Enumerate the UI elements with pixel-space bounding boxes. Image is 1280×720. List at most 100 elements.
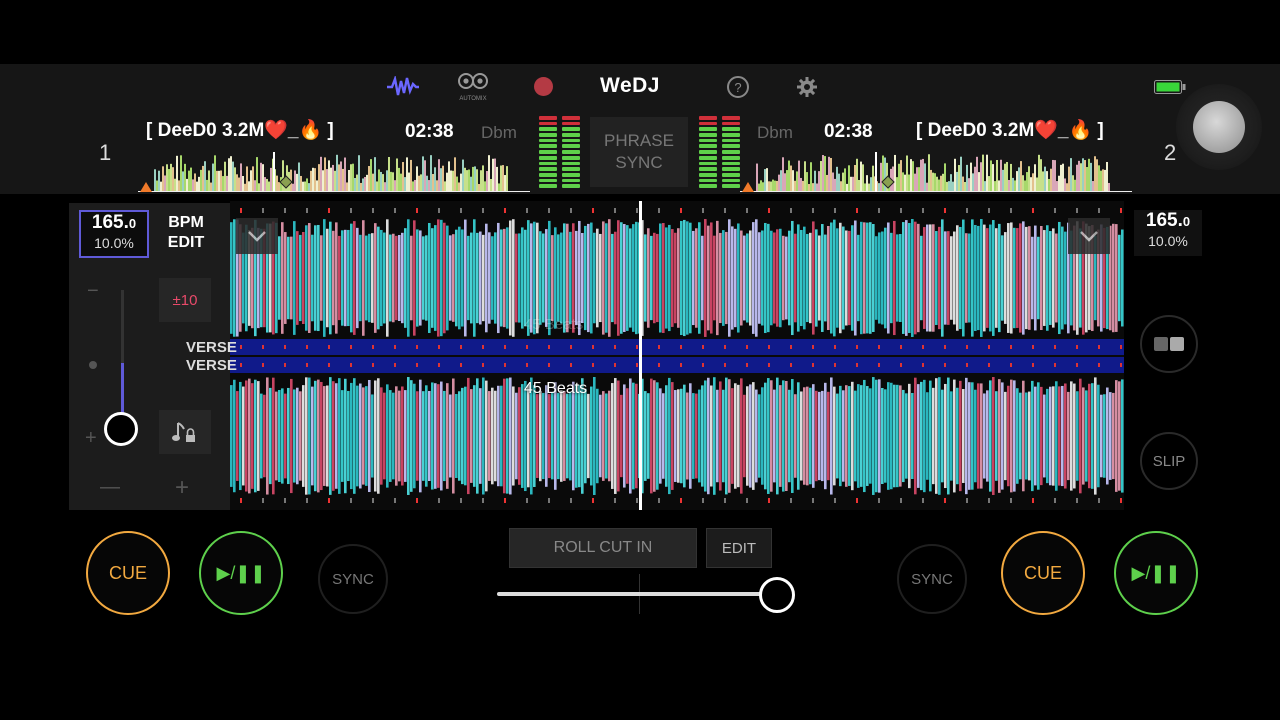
overview-playhead: [875, 152, 877, 192]
tempo-minus[interactable]: −: [87, 280, 99, 303]
waveform-bar: [1010, 379, 1013, 493]
overview-bar: [270, 167, 272, 192]
fx-edit-button[interactable]: EDIT: [706, 528, 772, 568]
gear-icon[interactable]: [796, 76, 818, 98]
overview-bar: [156, 180, 158, 192]
waveform-bar: [230, 222, 233, 334]
beat-tick: [1010, 363, 1012, 367]
slip-button[interactable]: SLIP: [1140, 432, 1198, 490]
beat-grid-bottom: [306, 498, 308, 503]
automix-label: AUTOMIX: [459, 96, 487, 102]
deck2-play-button[interactable]: ▶/❚❚: [1114, 531, 1198, 615]
deck1-sync-button[interactable]: SYNC: [318, 544, 388, 614]
waveform-bar: [332, 381, 335, 491]
overview-bar: [390, 171, 392, 192]
overview-bar: [250, 170, 252, 192]
beat-tick: [548, 363, 550, 367]
deck1-bpm-display[interactable]: 165.0 10.0%: [79, 210, 149, 258]
crossfader-track[interactable]: [497, 592, 777, 596]
waveform-bar: [974, 224, 977, 332]
overview-bar: [898, 163, 900, 192]
bpm-edit-button[interactable]: BPM EDIT: [161, 213, 211, 253]
overview-bar: [238, 177, 240, 192]
meter-segment: [699, 121, 717, 126]
tempo-range-button[interactable]: ±10: [159, 278, 211, 322]
deck2-sync-button[interactable]: SYNC: [897, 544, 967, 614]
waveform-bar: [833, 386, 836, 486]
waveform-bar: [842, 390, 845, 482]
waveform-bar: [986, 228, 989, 328]
layout-toggle-button[interactable]: [1140, 315, 1198, 373]
tempo-plus[interactable]: +: [85, 427, 97, 450]
waveform-bar: [956, 225, 959, 331]
key-lock-button[interactable]: [159, 410, 211, 454]
waveform-bar: [590, 386, 593, 486]
waveform-bar: [500, 229, 503, 327]
help-icon[interactable]: ?: [727, 76, 749, 98]
waveform-bar: [1103, 394, 1106, 478]
deck1-cue-button[interactable]: CUE: [86, 531, 170, 615]
deck2-number: 2: [1164, 140, 1177, 165]
overview-bar: [204, 161, 206, 192]
meter-segment: [722, 155, 740, 160]
phrase-sync-button[interactable]: PHRASE SYNC: [590, 117, 688, 187]
crossfader-thumb[interactable]: [759, 577, 795, 613]
beat-grid-top: [1098, 208, 1100, 213]
overview-bar: [214, 155, 216, 192]
waveform-bar: [893, 220, 896, 336]
waveform-bar: [815, 229, 818, 327]
overview-bar: [160, 181, 162, 192]
overview-bar: [242, 175, 244, 192]
beat-tick: [988, 345, 990, 349]
jog-icon[interactable]: [1176, 84, 1262, 170]
fx-roll-button[interactable]: ROLL CUT IN: [509, 528, 697, 568]
waveform-bar: [701, 235, 704, 321]
waveform-bar: [1082, 387, 1085, 485]
waveform-bar: [695, 393, 698, 479]
panel-plus[interactable]: +: [175, 474, 189, 502]
deck2-collapse-button[interactable]: [1068, 218, 1110, 254]
deck2-cue-button[interactable]: CUE: [1001, 531, 1085, 615]
meter-segment: [539, 167, 557, 171]
waveform-bar: [332, 230, 335, 326]
overview-bar: [252, 166, 254, 192]
beat-tick: [504, 345, 506, 349]
waveform-bar: [668, 377, 671, 495]
deck2-bpm-display[interactable]: 165.0 10.0%: [1134, 210, 1202, 256]
waveform-bar: [407, 219, 410, 337]
waveform-bar: [1019, 223, 1022, 333]
deck2-track-title[interactable]: [ DeeD0 3.2M❤️_🔥 ]: [916, 118, 1134, 142]
waveform-bar: [977, 383, 980, 489]
waveform-icon[interactable]: [386, 74, 420, 100]
waveform-bar: [569, 231, 572, 325]
overview-bar: [1026, 172, 1028, 192]
waveform-bar: [386, 384, 389, 488]
record-icon[interactable]: [534, 77, 553, 96]
panel-minus[interactable]: —: [100, 476, 120, 499]
deck1-track-title[interactable]: [ DeeD0 3.2M❤️_🔥 ]: [146, 118, 364, 142]
deck2-overview[interactable]: [740, 152, 1132, 192]
overview-bar: [1096, 159, 1098, 192]
overview-bar: [882, 155, 884, 192]
waveform-display[interactable]: [230, 201, 1124, 510]
deck1-overview[interactable]: [138, 152, 530, 192]
waveform-bar: [644, 391, 647, 481]
waveform-bar: [653, 380, 656, 492]
waveform-bar: [1085, 390, 1088, 482]
waveform-bar: [1088, 383, 1091, 489]
waveform-bar: [953, 231, 956, 325]
overview-bar: [902, 172, 904, 192]
overview-bar: [228, 158, 230, 192]
overview-bar: [932, 172, 934, 192]
deck1-play-button[interactable]: ▶/❚❚: [199, 531, 283, 615]
tempo-slider-thumb[interactable]: [104, 412, 138, 446]
automix-button[interactable]: AUTOMIX: [455, 72, 491, 102]
beat-grid-bottom: [416, 498, 418, 503]
waveform-bar: [479, 388, 482, 484]
waveform-bar: [743, 235, 746, 321]
waveform-bar: [722, 389, 725, 483]
waveform-bar: [809, 232, 812, 324]
deck1-collapse-button[interactable]: [236, 218, 278, 254]
beat-tick: [944, 345, 946, 349]
overview-baseline: [138, 191, 530, 192]
